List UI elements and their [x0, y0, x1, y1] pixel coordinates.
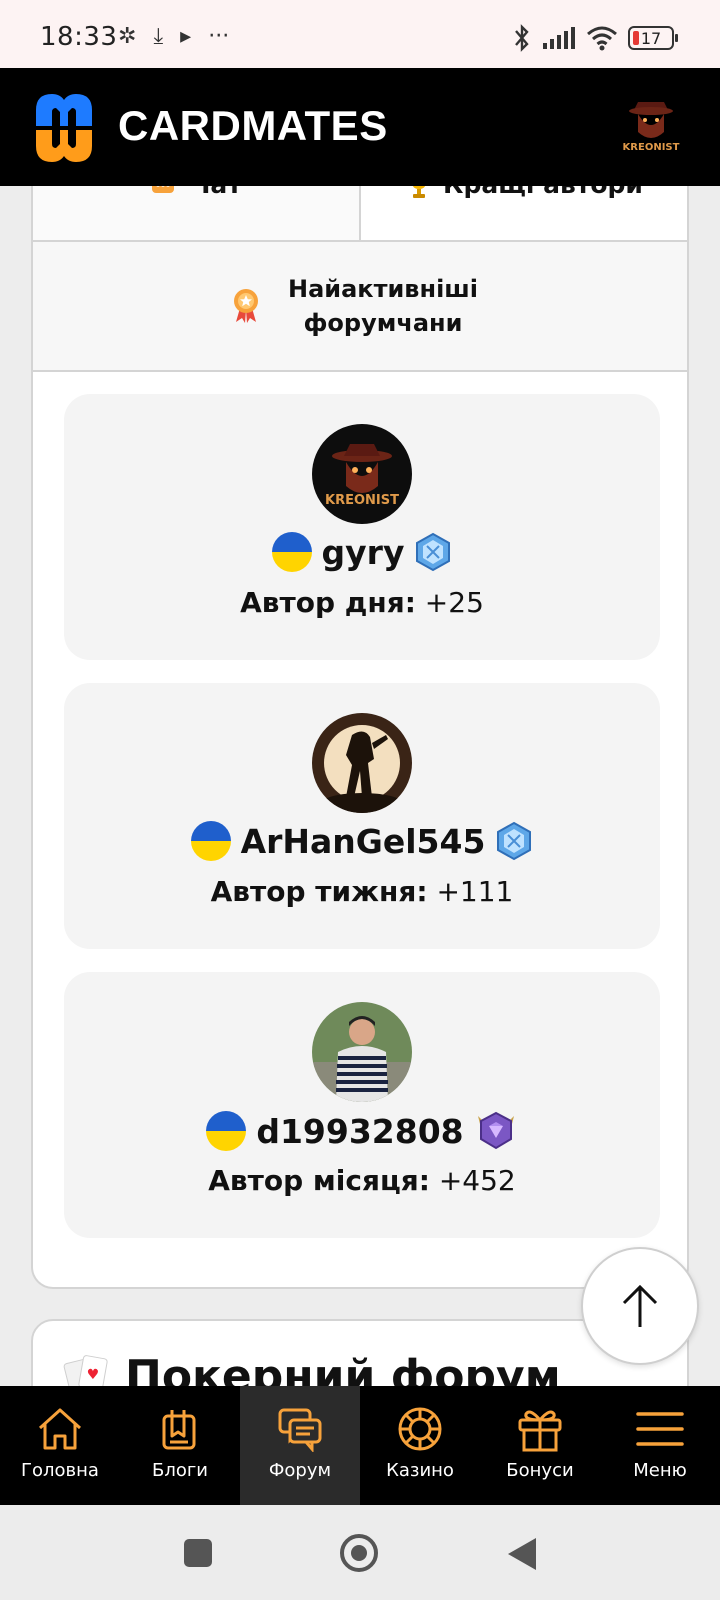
- more-icon: ···: [208, 24, 230, 49]
- period-label: Автор дня:: [240, 586, 416, 619]
- nav-casino[interactable]: Казино: [360, 1386, 480, 1505]
- home-icon: [38, 1408, 82, 1450]
- tab-best-authors-label: Кращі автори: [443, 186, 643, 199]
- nav-label: Головна: [21, 1460, 99, 1481]
- site-header: CARDMATES KREONIST: [0, 68, 720, 186]
- diamond-blue-badge-icon: [497, 821, 532, 861]
- author-username[interactable]: gyry: [322, 533, 405, 572]
- scroll-to-top-button[interactable]: [581, 1247, 699, 1365]
- casino-chip-icon: [398, 1407, 442, 1451]
- author-username[interactable]: d19932808: [256, 1112, 463, 1151]
- nav-label: Казино: [386, 1460, 454, 1481]
- forum-tabs: Чат Кращі автори: [33, 186, 687, 242]
- status-time: 18:33: [40, 22, 118, 52]
- avatar[interactable]: [312, 713, 412, 813]
- chat-icon: [152, 186, 175, 193]
- gift-icon: [518, 1410, 562, 1452]
- tab-chat[interactable]: Чат: [33, 186, 359, 240]
- svg-text:KREONIST: KREONIST: [325, 493, 399, 508]
- tab-most-active-label: Найактивніші форумчани: [287, 275, 479, 337]
- author-card-month: d19932808 Автор місяця: +452: [64, 972, 660, 1238]
- author-stat: Автор дня: +25: [64, 586, 660, 619]
- period-label: Автор місяця:: [208, 1164, 430, 1197]
- best-authors-panel: Чат Кращі автори Найактивніші форумчани …: [31, 186, 689, 1289]
- play-icon: ▸: [180, 24, 192, 49]
- status-bar: 18:33 ✲ ⤓ ▸ ··· 17: [0, 0, 720, 68]
- nav-menu[interactable]: Меню: [600, 1386, 720, 1505]
- status-right-icons: 17: [512, 22, 678, 54]
- logo-text[interactable]: CARDMATES: [118, 102, 388, 150]
- system-navigation-bar: [0, 1505, 720, 1600]
- blog-icon: [162, 1410, 196, 1450]
- arrow-up-icon: [622, 1284, 658, 1327]
- svg-text:♥: ♥: [87, 1367, 100, 1383]
- forum-icon: [278, 1408, 322, 1452]
- nav-label: Форум: [268, 1460, 332, 1481]
- nfc-icon: ✲: [118, 24, 137, 49]
- diamond-blue-badge-icon: [416, 532, 451, 572]
- author-username[interactable]: ArHanGel545: [241, 822, 486, 861]
- author-card-week: ArHanGel545 Автор тижня: +111: [64, 683, 660, 949]
- ukraine-flag-icon: [206, 1111, 247, 1151]
- nav-label: Бонуси: [506, 1460, 574, 1481]
- svg-text:KREONIST: KREONIST: [623, 142, 680, 153]
- battery-level: 17: [640, 28, 662, 48]
- score-value: +452: [438, 1164, 516, 1197]
- amethyst-badge-icon: [477, 1111, 514, 1150]
- back-button[interactable]: [508, 1538, 536, 1570]
- download-icon: ⤓: [153, 24, 164, 49]
- bluetooth-icon: [515, 24, 529, 52]
- hamburger-icon: [636, 1412, 684, 1446]
- score-value: +111: [436, 875, 514, 908]
- medal-icon: [234, 289, 258, 323]
- bottom-nav: Головна Блоги Форум Казино Бонуси Меню: [0, 1386, 720, 1505]
- period-label: Автор тижня:: [210, 875, 428, 908]
- score-value: +25: [424, 586, 484, 619]
- nav-blogs[interactable]: Блоги: [120, 1386, 240, 1505]
- battery-icon: 17: [628, 26, 678, 50]
- user-avatar[interactable]: KREONIST: [620, 92, 682, 160]
- avatar[interactable]: KREONIST: [312, 424, 412, 524]
- home-button[interactable]: [340, 1534, 378, 1572]
- tab-most-active[interactable]: Найактивніші форумчани: [33, 242, 687, 372]
- wifi-icon: [587, 26, 617, 51]
- author-stat: Автор тижня: +111: [64, 875, 660, 908]
- nav-bonuses[interactable]: Бонуси: [480, 1386, 600, 1505]
- nav-label: Блоги: [151, 1460, 209, 1481]
- trophy-icon: [412, 186, 426, 198]
- recent-apps-button[interactable]: [184, 1539, 212, 1567]
- nav-forum[interactable]: Форум: [240, 1386, 360, 1505]
- author-name-row: d19932808: [64, 1110, 660, 1152]
- tab-best-authors[interactable]: Кращі автори: [359, 186, 687, 240]
- nav-label: Меню: [633, 1460, 687, 1481]
- status-left-icons: ✲ ⤓ ▸ ···: [108, 24, 229, 49]
- author-card-day: KREONIST gyry Автор дня: +25: [64, 394, 660, 660]
- signal-icon: [543, 27, 575, 49]
- ukraine-flag-icon: [190, 821, 231, 861]
- cardmates-logo-icon[interactable]: [30, 88, 110, 168]
- author-stat: Автор місяця: +452: [64, 1164, 660, 1197]
- tab-chat-label: Чат: [190, 186, 242, 199]
- author-name-row: ArHanGel545: [64, 821, 660, 861]
- ukraine-flag-icon: [271, 532, 312, 572]
- avatar[interactable]: [312, 1002, 412, 1102]
- author-name-row: gyry: [64, 532, 660, 572]
- nav-home[interactable]: Головна: [0, 1386, 120, 1505]
